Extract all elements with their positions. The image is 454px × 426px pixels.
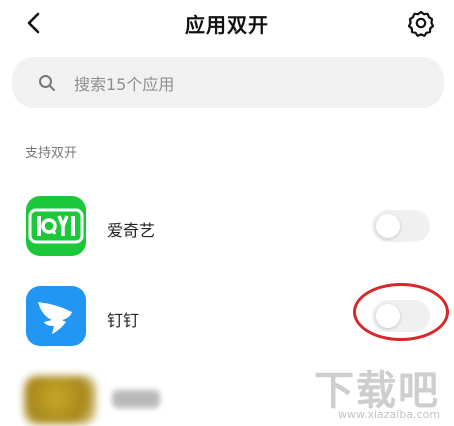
list-item-blurred [0, 372, 454, 426]
iqiyi-logo-icon [28, 208, 84, 244]
blurred-app-icon [24, 376, 96, 424]
list-item-dingtalk: 钉钉 [0, 273, 454, 363]
toggle-knob [376, 214, 400, 238]
app-name: 钉钉 [107, 311, 140, 330]
dingtalk-app-icon [26, 286, 86, 346]
search-icon [39, 75, 55, 91]
top-bar: 应用双开 [0, 0, 454, 48]
search-bar[interactable] [12, 57, 444, 108]
app-name: 爱奇艺 [107, 221, 156, 240]
dual-app-toggle-iqiyi[interactable] [372, 210, 430, 242]
toggle-knob [376, 304, 400, 328]
search-input[interactable] [72, 69, 416, 99]
list-item-iqiyi: 爱奇艺 [0, 183, 454, 273]
blurred-app-name [112, 390, 160, 408]
settings-button[interactable] [406, 8, 436, 38]
dual-app-toggle-dingtalk[interactable] [372, 300, 430, 332]
iqiyi-app-icon [26, 196, 86, 256]
dingtalk-logo-icon [38, 302, 72, 334]
section-header: 支持双开 [25, 146, 78, 161]
page-title: 应用双开 [185, 13, 269, 37]
gear-icon [407, 10, 435, 37]
